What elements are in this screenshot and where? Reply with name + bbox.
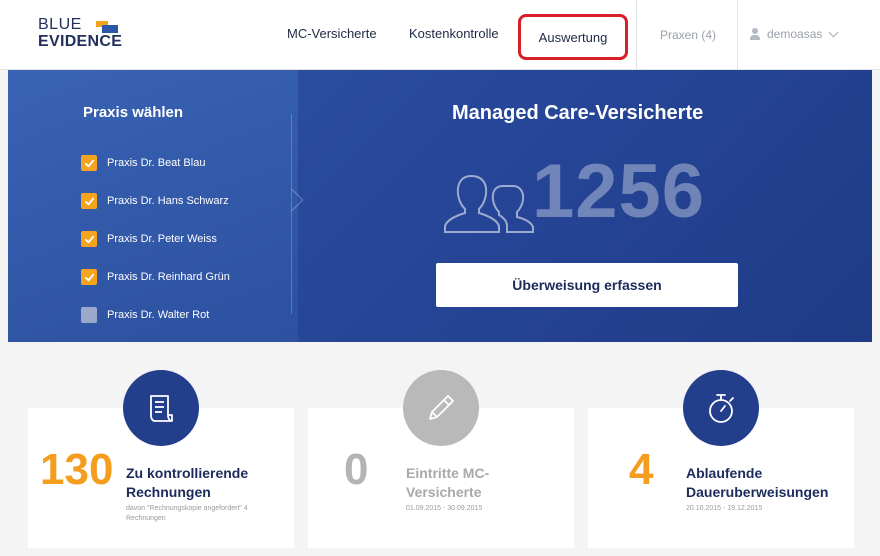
checkbox-checked-icon[interactable] bbox=[81, 155, 97, 171]
stopwatch-icon-badge bbox=[683, 370, 759, 446]
praxis-label: Praxis Dr. Peter Weiss bbox=[107, 233, 217, 245]
praxis-list: Praxis Dr. Beat Blau Praxis Dr. Hans Schw… bbox=[81, 144, 230, 334]
nav-kostenkontrolle[interactable]: Kostenkontrolle bbox=[409, 26, 499, 41]
user-icon bbox=[749, 27, 761, 41]
invoice-icon-badge bbox=[123, 370, 199, 446]
praxis-checkbox-item[interactable]: Praxis Dr. Beat Blau bbox=[81, 144, 230, 182]
praxis-checkbox-item[interactable]: Praxis Dr. Walter Rot bbox=[81, 296, 230, 334]
nav-praxen[interactable]: Praxen (4) bbox=[660, 28, 716, 42]
eintritte-title-line2: Versicherte bbox=[406, 484, 482, 500]
praxis-label: Praxis Dr. Walter Rot bbox=[107, 309, 210, 321]
praxis-checkbox-item[interactable]: Praxis Dr. Hans Schwarz bbox=[81, 182, 230, 220]
nav-separator bbox=[636, 0, 637, 70]
pencil-icon-badge bbox=[403, 370, 479, 446]
dauerueberweisungen-title: Ablaufende Daueruberweisungen bbox=[686, 464, 856, 502]
checkbox-checked-icon[interactable] bbox=[81, 231, 97, 247]
logo-line-1: BLUE bbox=[38, 16, 82, 33]
blue-evidence-logo[interactable]: BLUE EVIDENCE bbox=[38, 16, 148, 56]
user-menu[interactable]: demoasas bbox=[749, 24, 839, 44]
nav-auswertung[interactable]: Auswertung bbox=[518, 14, 628, 60]
eintritte-title: Eintritte MC- Versicherte bbox=[406, 464, 556, 502]
user-name: demoasas bbox=[767, 27, 823, 41]
nav-mc-versicherte[interactable]: MC-Versicherte bbox=[287, 26, 377, 41]
praxis-label: Praxis Dr. Reinhard Grün bbox=[107, 271, 230, 283]
checkbox-checked-icon[interactable] bbox=[81, 269, 97, 285]
eintritte-title-line1: Eintritte MC- bbox=[406, 465, 490, 481]
praxis-checkbox-item[interactable]: Praxis Dr. Peter Weiss bbox=[81, 220, 230, 258]
rechnungen-title-line2: Rechnungen bbox=[126, 484, 211, 500]
rechnungen-title-line1: Zu kontrollierende bbox=[126, 465, 249, 481]
divider-arrow-icon bbox=[280, 188, 304, 212]
rechnungen-count: 130 bbox=[40, 445, 114, 494]
hero-panel: Praxis wählen Praxis Dr. Beat Blau Praxis… bbox=[8, 70, 872, 342]
ueberweisung-erfassen-button[interactable]: Überweisung erfassen bbox=[436, 263, 738, 307]
nav-separator bbox=[737, 0, 738, 70]
pencil-icon bbox=[429, 395, 454, 420]
praxis-select-title: Praxis wählen bbox=[83, 104, 184, 121]
chevron-down-icon bbox=[828, 27, 839, 38]
praxis-checkbox-item[interactable]: Praxis Dr. Reinhard Grün bbox=[81, 258, 230, 296]
users-icon bbox=[444, 174, 534, 233]
checkbox-checked-icon[interactable] bbox=[81, 193, 97, 209]
mc-title: Managed Care-Versicherte bbox=[452, 102, 704, 124]
dauerueberweisungen-date-range: 20.10.2015 - 19.12.2015 bbox=[686, 505, 763, 512]
top-header: BLUE EVIDENCE MC-Versicherte Kostenkontr… bbox=[0, 0, 880, 70]
logo-flag-icon bbox=[96, 21, 118, 33]
logo-line-2: EVIDENCE bbox=[38, 33, 123, 50]
eintritte-date-range: 01.09.2015 - 30.09.2015 bbox=[406, 505, 483, 512]
rechnungen-subtitle: davon "Rechnungskopie angefordert" 4 Rec… bbox=[126, 505, 248, 522]
dauerueberweisungen-title-line2: Daueruberweisungen bbox=[686, 484, 829, 500]
eintritte-count: 0 bbox=[344, 445, 369, 494]
rechnungen-title: Zu kontrollierende Rechnungen bbox=[126, 464, 286, 502]
praxis-label: Praxis Dr. Hans Schwarz bbox=[107, 195, 229, 207]
hero-divider bbox=[291, 114, 292, 314]
invoice-icon bbox=[150, 395, 173, 422]
checkbox-unchecked-icon[interactable] bbox=[81, 307, 97, 323]
dauerueberweisungen-title-line1: Ablaufende bbox=[686, 465, 763, 481]
dauerueberweisungen-count: 4 bbox=[629, 445, 654, 494]
stopwatch-icon bbox=[709, 394, 734, 423]
mc-count: 1256 bbox=[532, 149, 706, 234]
praxis-label: Praxis Dr. Beat Blau bbox=[107, 157, 206, 169]
